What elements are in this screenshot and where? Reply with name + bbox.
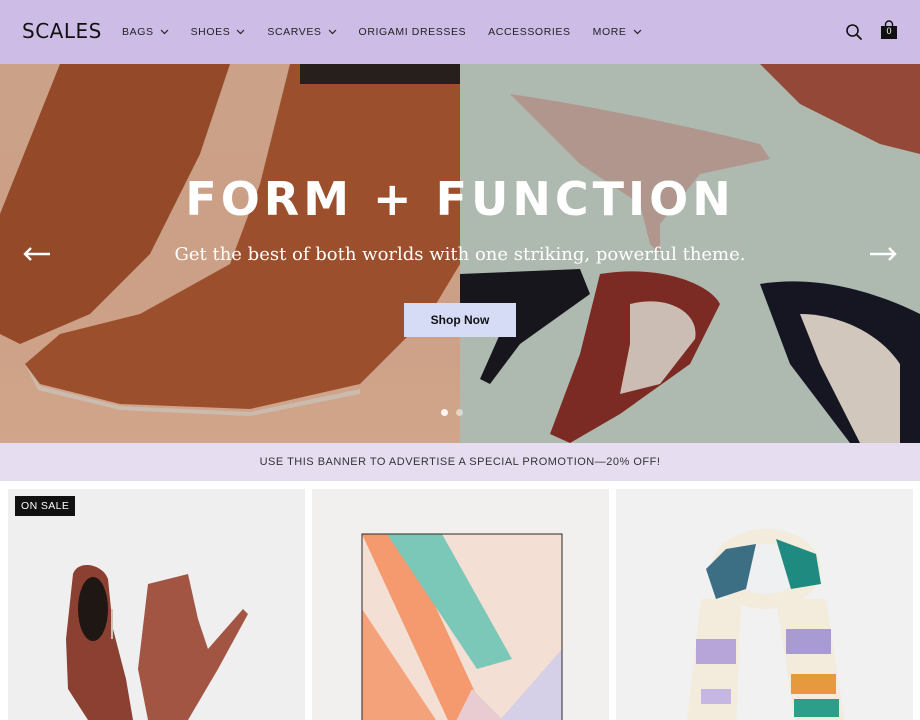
nav-item-label: SHOES — [190, 26, 231, 38]
nav-item-scarves[interactable]: SCARVES — [267, 26, 336, 38]
arrow-right-icon[interactable] — [868, 244, 898, 264]
nav-item-label: ACCESSORIES — [488, 26, 571, 38]
nav-item-accessories[interactable]: ACCESSORIES — [488, 26, 570, 38]
shop-now-button[interactable]: Shop Now — [404, 303, 516, 337]
nav-item-label: ORIGAMI DRESSES — [358, 26, 467, 38]
nav-item-shoes[interactable]: SHOES — [191, 26, 246, 38]
product-card-boots[interactable]: ON SALE — [8, 489, 305, 720]
nav-item-label: MORE — [592, 26, 627, 38]
search-icon[interactable] — [845, 23, 863, 41]
hero-slideshow: FORM + FUNCTION Get the best of both wor… — [0, 64, 920, 443]
cart-button[interactable]: 0 — [880, 20, 898, 40]
nav-item-more[interactable]: MORE — [593, 26, 642, 38]
suede-ankle-boots-image — [66, 564, 248, 720]
nav-item-origami-dresses[interactable]: ORIGAMI DRESSES — [359, 26, 467, 38]
nav-item-bags[interactable]: BAGS — [122, 26, 169, 38]
slide-dots — [441, 409, 463, 416]
promo-banner: USE THIS BANNER TO ADVERTISE A SPECIAL P… — [0, 443, 920, 481]
cart-count: 0 — [886, 26, 892, 36]
product-card-watercolor-scarf[interactable] — [616, 489, 913, 720]
site-header: SCALES BAGS SHOES SCARVES ORIGAMI DRESSE… — [0, 0, 920, 64]
geometric-silk-scarf-image — [361, 533, 563, 720]
chevron-down-icon — [236, 29, 245, 35]
main-nav: BAGS SHOES SCARVES ORIGAMI DRESSES ACCES… — [122, 0, 664, 64]
slide-dot-2[interactable] — [456, 409, 463, 416]
site-logo[interactable]: SCALES — [22, 19, 102, 43]
hero-subtitle: Get the best of both worlds with one str… — [174, 244, 746, 265]
sale-badge: ON SALE — [15, 496, 76, 516]
product-card-silk-scarf[interactable] — [312, 489, 609, 720]
chevron-down-icon — [633, 29, 641, 35]
slide-dot-1[interactable] — [441, 409, 448, 416]
nav-item-label: SCARVES — [267, 26, 322, 38]
watercolor-scarf-image — [687, 529, 845, 720]
chevron-down-icon — [160, 29, 169, 35]
chevron-down-icon — [328, 29, 336, 35]
arrow-left-icon[interactable] — [22, 244, 52, 264]
nav-item-label: BAGS — [122, 26, 154, 38]
hero-title: FORM + FUNCTION — [185, 172, 735, 226]
